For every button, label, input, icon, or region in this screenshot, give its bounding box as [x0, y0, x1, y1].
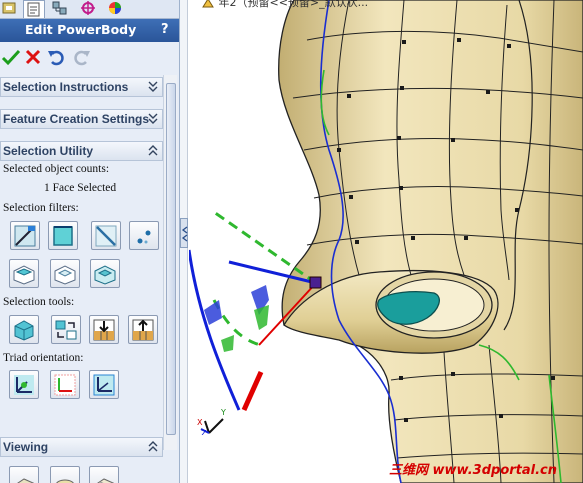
ok-button[interactable] — [1, 47, 21, 67]
panel-splitter[interactable] — [180, 0, 188, 483]
filter-inner-faces-button[interactable] — [90, 259, 120, 288]
swap-icon — [55, 320, 77, 340]
cavity-box-icon — [94, 265, 116, 285]
viewing-mode-2-button[interactable] — [50, 466, 80, 483]
filter-curves-button[interactable] — [91, 221, 121, 250]
red-x-icon — [25, 49, 41, 65]
help-button[interactable]: ? — [161, 22, 169, 37]
section-selection-instructions[interactable]: Selection Instructions — [0, 77, 163, 97]
section-title: Selection Utility — [3, 144, 94, 158]
chevron-up-icon — [148, 441, 158, 452]
view-cage-icon — [97, 478, 115, 483]
propertymanager-tab[interactable] — [23, 0, 45, 18]
cube-icon — [14, 320, 34, 341]
section-title: Viewing — [3, 440, 49, 454]
selected-counts-label: Selected object counts: — [3, 163, 110, 175]
undo-icon — [48, 50, 64, 66]
selection-tools-label: Selection tools: — [3, 296, 75, 308]
grid-arrow-up-icon — [132, 319, 154, 341]
viewing-mode-3-button[interactable] — [89, 466, 119, 483]
collapse-arrows-icon — [181, 226, 188, 242]
viewing-mode-1-button[interactable] — [9, 466, 39, 483]
vertex-filter-icon — [137, 230, 151, 244]
triad-global-button[interactable] — [9, 370, 39, 399]
triad-local-icon — [54, 374, 76, 396]
triad-y-label: Y — [220, 408, 226, 417]
redo-button[interactable] — [72, 47, 92, 67]
filter-faces-button[interactable] — [48, 221, 78, 250]
open-box-icon — [54, 265, 76, 285]
triad-z-label: Z — [201, 429, 207, 435]
feature-tree-icon — [2, 2, 16, 14]
section-title: Selection Instructions — [3, 80, 129, 94]
triad-view-icon — [93, 374, 115, 396]
property-sheet-icon — [27, 2, 40, 17]
feature-tree-breadcrumb[interactable]: 年2（预留<<预留>_默认状... — [201, 0, 368, 10]
section-title: Feature Creation Settings — [3, 112, 150, 126]
crosshair-icon — [81, 1, 95, 15]
manager-tab-bar — [0, 0, 179, 19]
solid-box-icon — [13, 265, 35, 285]
dimxpert-tab[interactable] — [78, 0, 100, 18]
part-icon — [202, 0, 214, 8]
selected-counts-value: 1 Face Selected — [44, 182, 117, 194]
splitter-grip[interactable] — [180, 218, 188, 248]
swap-selection-button[interactable] — [51, 315, 81, 344]
filter-shell-button[interactable] — [50, 259, 80, 288]
select-all-faces-button[interactable] — [9, 315, 39, 344]
triad-global-icon — [14, 375, 34, 395]
graphics-viewport[interactable]: 年2（预留<<预留>_默认状... X Y Z 三维网 www.3dportal… — [189, 0, 583, 483]
shrink-selection-button[interactable] — [128, 315, 158, 344]
section-feature-creation-settings[interactable]: Feature Creation Settings — [0, 109, 163, 129]
view-orientation-triad: X Y Z — [197, 408, 226, 435]
property-manager-panel: Edit PowerBody ? Selection Instructions … — [0, 0, 180, 483]
filter-solid-button[interactable] — [9, 259, 39, 288]
cancel-button[interactable] — [23, 47, 43, 67]
panel-scrollbar[interactable] — [163, 75, 177, 450]
property-manager-header: Edit PowerBody ? — [0, 19, 179, 42]
display-manager-tab[interactable] — [105, 0, 127, 18]
edge-filter-icon — [14, 225, 36, 247]
chevron-up-icon — [148, 145, 158, 156]
chevron-down-icon — [148, 81, 158, 92]
selection-filters-label: Selection filters: — [3, 202, 79, 214]
chevron-down-icon — [148, 113, 158, 124]
grid-arrow-icon — [93, 319, 115, 341]
property-manager-actions — [0, 43, 179, 71]
grow-selection-button[interactable] — [89, 315, 119, 344]
watermark-text: 三维网 www.3dportal.cn — [389, 463, 558, 478]
scrollbar-thumb[interactable] — [166, 83, 176, 435]
undo-button[interactable] — [46, 47, 66, 67]
redo-icon — [74, 50, 90, 66]
property-manager-title: Edit PowerBody — [25, 22, 137, 37]
view-shaded-icon — [17, 478, 35, 483]
triad-x-label: X — [197, 418, 203, 427]
triad-orientation-label: Triad orientation: — [3, 352, 84, 364]
appearance-ball-icon — [109, 2, 121, 14]
model-canvas[interactable] — [189, 0, 583, 483]
section-selection-utility[interactable]: Selection Utility — [0, 141, 163, 161]
curve-filter-icon — [95, 225, 117, 247]
configuration-tab[interactable] — [50, 0, 72, 18]
triad-view-button[interactable] — [89, 370, 119, 399]
green-check-icon — [1, 49, 21, 66]
triad-local-button[interactable] — [50, 370, 80, 399]
filter-vertices-button[interactable] — [129, 221, 159, 250]
featuremanager-tab[interactable] — [0, 0, 22, 18]
face-filter-icon — [53, 226, 73, 246]
section-viewing[interactable]: Viewing — [0, 437, 163, 457]
breadcrumb-text: 年2（预留<<预留>_默认状... — [218, 0, 369, 9]
filter-edges-button[interactable] — [10, 221, 40, 250]
configuration-icon — [52, 1, 67, 15]
view-smooth-icon — [56, 479, 74, 483]
